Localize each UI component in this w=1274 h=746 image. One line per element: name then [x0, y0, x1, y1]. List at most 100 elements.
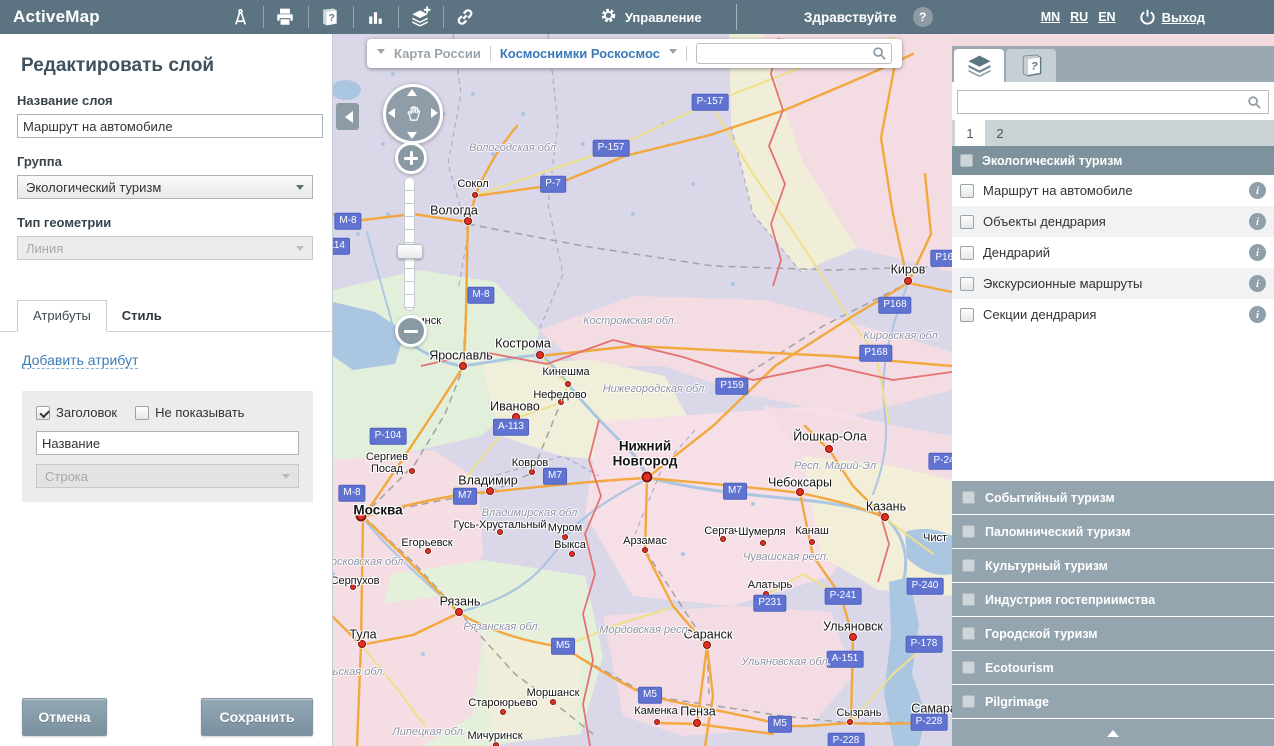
group-checkbox[interactable] [962, 559, 975, 572]
lang-mn[interactable]: MN [1041, 10, 1060, 24]
layer-checkbox[interactable] [960, 246, 974, 260]
group-label: Индустрия гостеприимства [985, 593, 1155, 607]
lang-en[interactable]: EN [1098, 10, 1115, 24]
layer-group-collapsed[interactable]: Городской туризм [952, 616, 1274, 650]
pan-right-icon[interactable] [431, 108, 438, 118]
layer-row[interactable]: Маршрут на автомобиле [952, 175, 1274, 206]
add-layer-icon[interactable] [398, 0, 443, 34]
header-divider [736, 4, 737, 30]
layer-group-collapsed[interactable]: Событийный туризм [952, 480, 1274, 514]
page-tab-1[interactable]: 1 [955, 120, 985, 146]
chevron-down-icon [296, 185, 304, 194]
hand-icon [404, 104, 423, 128]
link-icon[interactable] [443, 0, 488, 34]
group-checkbox[interactable] [962, 661, 975, 674]
cancel-button[interactable]: Отмена [22, 698, 107, 736]
layer-group-collapsed[interactable]: Культурный туризм [952, 548, 1274, 582]
pan-control[interactable] [383, 84, 443, 144]
layer-checkbox[interactable] [960, 277, 974, 291]
tab-layers[interactable] [954, 49, 1004, 82]
layer-group-expanded[interactable]: Экологический туризм [952, 146, 1274, 175]
svg-text:?: ? [1030, 60, 1037, 72]
layer-group-collapsed[interactable]: Ecotourism [952, 650, 1274, 684]
chevron-down-icon [282, 474, 290, 483]
lang-ru[interactable]: RU [1070, 10, 1088, 24]
chevron-down-icon[interactable] [377, 49, 385, 58]
layer-row[interactable]: Секции дендрария [952, 299, 1274, 330]
group-checkbox[interactable] [962, 491, 975, 504]
basemap-option-russia[interactable]: Карта России [394, 46, 481, 61]
layer-checkbox[interactable] [960, 308, 974, 322]
tab-style[interactable]: Стиль [107, 301, 177, 331]
svg-text:?: ? [329, 13, 335, 24]
pan-up-icon[interactable] [407, 89, 417, 96]
header-toolbar: ? [218, 0, 488, 34]
chevron-left-icon [339, 111, 353, 123]
group-select[interactable]: Экологический туризм [17, 175, 313, 199]
power-icon[interactable] [1138, 8, 1157, 27]
collapse-left-panel-button[interactable] [336, 103, 359, 130]
help-book-icon[interactable]: ? [308, 0, 353, 34]
basemap-toolbar: Карта России Космоснимки Роскосмос [367, 39, 902, 68]
layer-row[interactable]: Объекты дендрария [952, 206, 1274, 237]
basemap-option-roscosmos[interactable]: Космоснимки Роскосмос [500, 46, 660, 61]
chart-icon[interactable] [353, 0, 398, 34]
layer-checkbox[interactable] [960, 215, 974, 229]
group-checkbox[interactable] [960, 154, 973, 167]
info-icon[interactable] [1249, 244, 1266, 261]
greeting-text: Здравствуйте [804, 10, 897, 25]
group-checkbox[interactable] [962, 525, 975, 538]
panel-title: Редактировать слой [21, 55, 312, 77]
pan-down-icon[interactable] [407, 132, 417, 139]
group-label: Pilgrimage [985, 695, 1049, 709]
hide-checkbox[interactable] [135, 406, 149, 420]
tab-legend[interactable]: ? [1006, 49, 1056, 82]
save-button[interactable]: Сохранить [201, 698, 313, 736]
collapsed-groups: Событийный туризмПаломнический туризмКул… [952, 480, 1274, 718]
page-tab-2[interactable]: 2 [985, 120, 1015, 146]
zoom-slider[interactable] [404, 177, 415, 311]
layers-search-input[interactable] [957, 90, 1269, 114]
zoom-out-button[interactable] [395, 315, 427, 347]
layer-group-collapsed[interactable]: Индустрия гостеприимства [952, 582, 1274, 616]
group-checkbox[interactable] [962, 627, 975, 640]
map-search-input[interactable] [696, 43, 892, 64]
pan-left-icon[interactable] [388, 108, 395, 118]
layer-label: Объекты дендрария [983, 214, 1240, 229]
add-attribute-link[interactable]: Добавить атрибут [22, 352, 138, 369]
layer-label: Дендрарий [983, 245, 1240, 260]
layers-search [952, 82, 1274, 120]
layer-group-collapsed[interactable]: Паломнический туризм [952, 514, 1274, 548]
info-icon[interactable] [1249, 182, 1266, 199]
chevron-down-icon[interactable] [669, 49, 677, 58]
info-icon[interactable] [1249, 306, 1266, 323]
divider [490, 46, 491, 61]
logout-link[interactable]: Выход [1162, 10, 1205, 25]
search-icon[interactable] [872, 46, 887, 66]
hide-checkbox-label: Не показывать [155, 405, 244, 420]
attribute-name-input[interactable] [36, 431, 299, 455]
group-checkbox[interactable] [962, 593, 975, 606]
print-icon[interactable] [263, 0, 308, 34]
layer-group-collapsed[interactable]: Pilgrimage [952, 684, 1274, 718]
group-checkbox[interactable] [962, 695, 975, 708]
help-icon[interactable]: ? [913, 7, 933, 27]
layer-checkbox[interactable] [960, 184, 974, 198]
management-button[interactable]: Управление [600, 7, 702, 27]
group-label: Городской туризм [985, 627, 1098, 641]
layer-row[interactable]: Дендрарий [952, 237, 1274, 268]
zoom-in-button[interactable] [395, 142, 427, 174]
measure-icon[interactable] [218, 0, 263, 34]
info-icon[interactable] [1249, 275, 1266, 292]
layer-row[interactable]: Экскурсионные маршруты [952, 268, 1274, 299]
language-switcher: MN RU EN [1041, 10, 1116, 24]
layer-name-input[interactable] [17, 114, 323, 138]
layer-label: Маршрут на автомобиле [983, 183, 1240, 198]
tab-attributes[interactable]: Атрибуты [17, 300, 107, 332]
divider [686, 46, 687, 61]
title-checkbox[interactable] [36, 406, 50, 420]
page-tabs: 12 [952, 120, 1274, 146]
panel-collapse-footer[interactable] [952, 718, 1274, 746]
zoom-slider-handle[interactable] [397, 244, 423, 259]
info-icon[interactable] [1249, 213, 1266, 230]
